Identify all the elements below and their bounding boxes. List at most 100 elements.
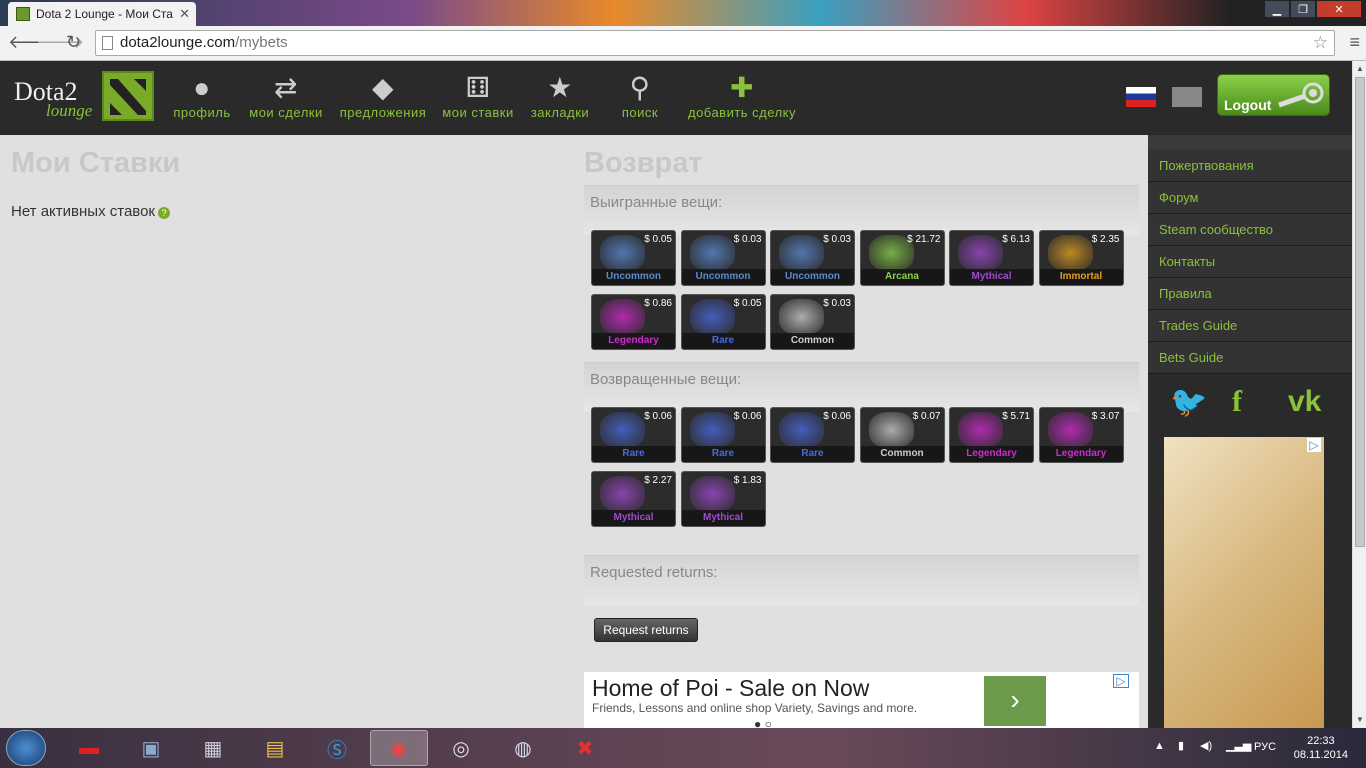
sidebar-link[interactable]: Контакты bbox=[1148, 246, 1352, 278]
item-card[interactable]: $ 0.05 Uncommon bbox=[591, 230, 676, 286]
ad-arrow-button[interactable]: › bbox=[984, 676, 1046, 726]
nav-add-trade[interactable]: ✚ добавить сделку bbox=[684, 71, 800, 120]
plus-icon: ✚ bbox=[730, 72, 754, 103]
speaker-app-icon[interactable]: ◎ bbox=[432, 730, 490, 766]
sidebar-link[interactable]: Bets Guide bbox=[1148, 342, 1352, 374]
nav-search[interactable]: ⚲ поиск bbox=[612, 71, 668, 120]
nav-bookmarks[interactable]: ★ закладки bbox=[528, 71, 592, 120]
item-card[interactable]: $ 0.03 Common bbox=[770, 294, 855, 350]
menu-icon[interactable]: ≡ bbox=[1349, 32, 1360, 53]
ad-headline[interactable]: Home of Poi - Sale on Now bbox=[592, 675, 869, 702]
request-returns-button[interactable]: Request returns bbox=[594, 618, 698, 642]
ad-pager-dots[interactable]: ● ○ bbox=[754, 717, 772, 728]
taskbar-app-icon[interactable]: ▬ bbox=[60, 730, 118, 766]
item-card[interactable]: $ 1.83 Mythical bbox=[680, 471, 766, 527]
item-price: $ 0.07 bbox=[912, 411, 941, 422]
my-bets-panel: Мои Ставки Нет активных ставок? bbox=[0, 135, 578, 728]
twitter-icon[interactable]: 🐦 bbox=[1170, 385, 1207, 420]
maximize-button[interactable]: ❐ bbox=[1290, 0, 1316, 18]
item-card[interactable]: $ 0.06 Rare bbox=[591, 407, 676, 463]
sidebar-link[interactable]: Форум bbox=[1148, 182, 1352, 214]
nav-profile[interactable]: ● профиль bbox=[172, 71, 232, 120]
item-price: $ 21.72 bbox=[907, 234, 941, 245]
banner-ad[interactable]: Home of Poi - Sale on Now Friends, Lesso… bbox=[584, 672, 1139, 728]
vk-icon[interactable]: vk bbox=[1288, 385, 1321, 419]
item-card[interactable]: $ 6.13 Mythical bbox=[949, 230, 1034, 286]
tray-arrow-icon[interactable]: ▲ bbox=[1154, 740, 1165, 752]
nav-label: закладки bbox=[530, 105, 590, 120]
nav-my-trades[interactable]: ⇄ мои сделки bbox=[246, 71, 326, 120]
sidebar-link[interactable]: Trades Guide bbox=[1148, 310, 1352, 342]
url-input[interactable]: dota2lounge.com/mybets ☆ bbox=[95, 30, 1335, 56]
item-card[interactable]: $ 0.86 Legendary bbox=[591, 294, 676, 350]
requested-label: Requested returns: bbox=[590, 564, 718, 581]
item-card[interactable]: $ 2.27 Mythical bbox=[591, 471, 676, 527]
nav-label: мои сделки bbox=[249, 105, 323, 120]
url-host: dota2lounge.com bbox=[120, 34, 236, 51]
taskbar-window-icon[interactable]: ▣ bbox=[122, 730, 180, 766]
star-icon: ★ bbox=[547, 72, 573, 103]
item-card[interactable]: $ 0.05 Rare bbox=[680, 294, 766, 350]
facebook-icon[interactable]: f bbox=[1232, 385, 1242, 419]
adchoices-icon[interactable]: ▷ bbox=[1307, 438, 1321, 452]
sidebar-link[interactable]: Пожертвования bbox=[1148, 150, 1352, 182]
page-scrollbar[interactable]: ▲ ▼ bbox=[1352, 61, 1366, 728]
start-button[interactable] bbox=[6, 730, 46, 766]
logout-button[interactable]: Logout bbox=[1217, 74, 1330, 116]
steam-taskbar-icon[interactable]: ◍ bbox=[494, 730, 552, 766]
explorer-icon[interactable]: ▤ bbox=[246, 730, 304, 766]
item-card[interactable]: $ 0.03 Uncommon bbox=[770, 230, 855, 286]
calculator-icon[interactable]: ▦ bbox=[184, 730, 242, 766]
item-card[interactable]: $ 3.07 Legendary bbox=[1038, 407, 1124, 463]
chrome-icon[interactable]: ◉ bbox=[370, 730, 428, 766]
item-card[interactable]: $ 0.06 Rare bbox=[680, 407, 766, 463]
scroll-down-icon[interactable]: ▼ bbox=[1356, 715, 1364, 724]
item-card[interactable]: $ 0.07 Common bbox=[859, 407, 945, 463]
item-price: $ 2.27 bbox=[644, 475, 672, 486]
item-price: $ 0.06 bbox=[823, 411, 851, 422]
clock-time: 22:33 bbox=[1307, 735, 1335, 747]
item-rarity: Rare bbox=[681, 446, 765, 462]
nav-label: добавить сделку bbox=[687, 105, 796, 120]
item-image bbox=[1047, 235, 1093, 271]
taskbar: ▬ ▣ ▦ ▤ Ⓢ ◉ ◎ ◍ ✖ ▲ ▮ ◀) ▁▃▅ РУС 22:33 0… bbox=[0, 728, 1366, 768]
clock[interactable]: 22:33 08.11.2014 bbox=[1294, 734, 1348, 762]
signal-icon[interactable]: ▁▃▅ bbox=[1226, 739, 1251, 752]
volume-icon[interactable]: ◀) bbox=[1200, 739, 1212, 752]
item-rarity: Rare bbox=[592, 446, 675, 462]
side-ad-image[interactable]: ▷ bbox=[1164, 437, 1324, 728]
site-logo[interactable]: Dota2 lounge bbox=[12, 71, 154, 123]
page-icon bbox=[102, 36, 113, 50]
page-title: Мои Ставки bbox=[11, 147, 181, 179]
item-price: $ 3.07 bbox=[1091, 411, 1120, 422]
flag-en-icon[interactable] bbox=[1172, 87, 1202, 107]
sidebar-link[interactable]: Правила bbox=[1148, 278, 1352, 310]
reload-icon[interactable]: ↻ bbox=[66, 32, 81, 53]
skype-icon[interactable]: Ⓢ bbox=[308, 730, 366, 766]
sidebar-top-bar bbox=[1148, 135, 1352, 150]
scroll-up-icon[interactable]: ▲ bbox=[1356, 64, 1364, 73]
item-card[interactable]: $ 0.03 Uncommon bbox=[680, 230, 766, 286]
nav-offers[interactable]: ◆ предложения bbox=[338, 71, 428, 120]
close-tab-icon[interactable]: ✕ bbox=[179, 6, 190, 22]
help-icon[interactable]: ? bbox=[158, 207, 170, 219]
adchoices-icon[interactable]: ▷ bbox=[1113, 674, 1129, 688]
dice-icon: ⚅ bbox=[465, 72, 491, 103]
browser-tab[interactable]: Dota 2 Lounge - Мои Ста ✕ bbox=[8, 2, 196, 26]
network-icon[interactable]: ▮ bbox=[1178, 739, 1184, 752]
item-card[interactable]: $ 0.06 Rare bbox=[770, 407, 855, 463]
sidebar-link[interactable]: Steam сообщество bbox=[1148, 214, 1352, 246]
language-indicator[interactable]: РУС bbox=[1254, 741, 1276, 753]
item-card[interactable]: $ 5.71 Legendary bbox=[949, 407, 1034, 463]
minimize-button[interactable]: ▁ bbox=[1264, 0, 1290, 18]
item-card[interactable]: $ 2.35 Immortal bbox=[1038, 230, 1124, 286]
scrollbar-thumb[interactable] bbox=[1355, 77, 1365, 547]
item-card[interactable]: $ 21.72 Arcana bbox=[859, 230, 945, 286]
flag-ru-icon[interactable] bbox=[1126, 87, 1156, 107]
item-rarity: Uncommon bbox=[681, 269, 765, 285]
nav-my-bets[interactable]: ⚅ мои ставки bbox=[440, 71, 516, 120]
close-window-button[interactable]: ✕ bbox=[1316, 0, 1362, 18]
item-rarity: Uncommon bbox=[592, 269, 675, 285]
dota-taskbar-icon[interactable]: ✖ bbox=[556, 730, 614, 766]
bookmark-star-icon[interactable]: ☆ bbox=[1313, 31, 1328, 55]
